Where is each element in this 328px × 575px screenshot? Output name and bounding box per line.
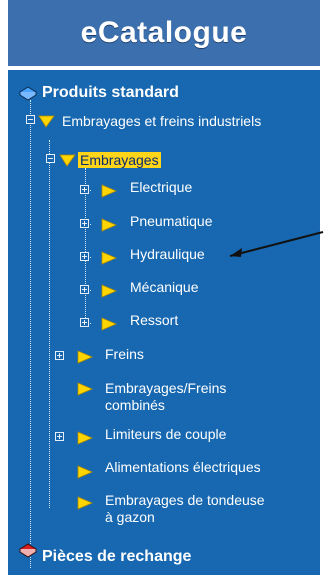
- tree-node-mecanique[interactable]: Mécanique: [130, 279, 199, 296]
- minus-box-icon[interactable]: [26, 115, 35, 124]
- arrow-right-icon: [101, 251, 118, 265]
- plus-box-icon[interactable]: [80, 252, 89, 261]
- arrow-right-icon: [77, 350, 94, 364]
- arrow-right-icon: [77, 382, 94, 396]
- minus-box-icon[interactable]: [46, 154, 55, 163]
- arrow-right-icon: [101, 218, 118, 232]
- app-title: eCatalogue: [80, 16, 248, 49]
- tree-root-produits-standard[interactable]: Produits standard: [42, 84, 179, 101]
- tree-node-alimentations-electriques[interactable]: Alimentations électriques: [105, 459, 261, 476]
- arrow-right-icon: [77, 465, 94, 479]
- arrow-right-icon: [101, 184, 118, 198]
- tree-node-embrayages-freins-industriels[interactable]: Embrayages et freins industriels: [62, 113, 261, 130]
- arrow-right-icon: [59, 154, 76, 167]
- plus-box-icon[interactable]: [80, 185, 89, 194]
- app-header: eCatalogue: [8, 0, 320, 66]
- arrow-right-icon: [101, 317, 118, 331]
- book-icon: [19, 543, 37, 558]
- tree-node-pneumatique[interactable]: Pneumatique: [130, 213, 213, 230]
- plus-box-icon[interactable]: [80, 219, 89, 228]
- tree-root-pieces-de-rechange[interactable]: Pièces de rechange: [42, 548, 191, 565]
- arrow-right-icon: [101, 284, 118, 298]
- arrow-right-icon: [38, 115, 55, 128]
- callout-arrow: [229, 231, 324, 257]
- plus-box-icon[interactable]: [55, 432, 64, 441]
- tree-node-ressort[interactable]: Ressort: [130, 312, 178, 329]
- plus-box-icon[interactable]: [80, 318, 89, 327]
- tree-node-embrayages[interactable]: Embrayages: [78, 152, 161, 169]
- tree-node-freins[interactable]: Freins: [105, 346, 144, 363]
- arrow-right-icon: [77, 496, 94, 510]
- tree-node-hydraulique[interactable]: Hydraulique: [130, 246, 205, 263]
- arrow-right-icon: [77, 431, 94, 445]
- tree-node-embrayages-tondeuse[interactable]: Embrayages de tondeuse à gazon: [105, 492, 275, 526]
- catalog-tree-panel: Produits standard Embrayages et freins i…: [8, 70, 320, 575]
- book-icon: [19, 86, 37, 101]
- tree-node-embrayages-freins-combines[interactable]: Embrayages/Freins combinés: [105, 380, 265, 414]
- plus-box-icon[interactable]: [55, 351, 64, 360]
- tree-node-electrique[interactable]: Electrique: [130, 179, 192, 196]
- plus-box-icon[interactable]: [80, 285, 89, 294]
- tree-node-limiteurs-de-couple[interactable]: Limiteurs de couple: [105, 426, 226, 443]
